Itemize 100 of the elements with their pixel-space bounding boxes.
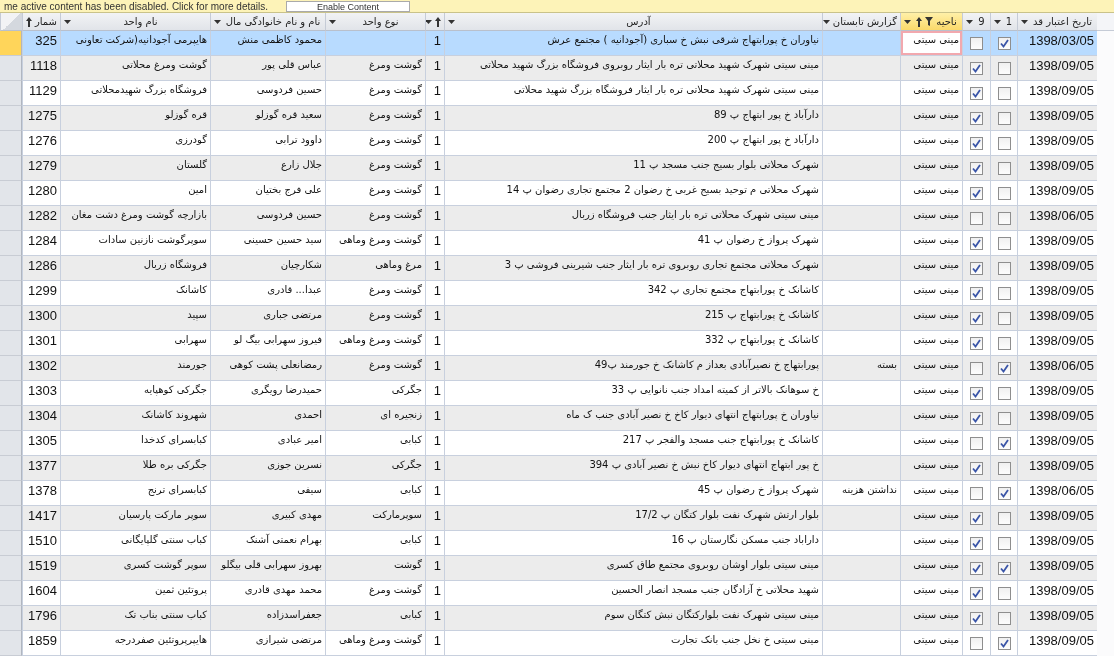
checkbox[interactable]	[997, 637, 1011, 650]
checkbox[interactable]	[997, 212, 1011, 225]
number-cell: 1280	[22, 181, 60, 206]
checkbox[interactable]	[970, 487, 983, 500]
checkbox[interactable]	[970, 637, 983, 650]
unit-type-cell: گوشت ومرغ	[325, 581, 425, 606]
checkbox[interactable]	[997, 537, 1011, 550]
dropdown-icon[interactable]	[994, 19, 1001, 24]
dropdown-icon[interactable]	[64, 19, 71, 24]
column-header[interactable]: نام واحد	[60, 13, 210, 31]
unit-name-cell: سپید	[60, 306, 210, 331]
checkbox[interactable]	[997, 587, 1011, 600]
unit-type-cell: کبابی	[325, 481, 425, 506]
dropdown-icon[interactable]	[966, 19, 973, 24]
checkbox[interactable]	[970, 87, 983, 100]
date-cell: 1398/09/05	[1017, 81, 1097, 106]
checkbox[interactable]	[970, 237, 983, 250]
date-cell: 1398/09/05	[1017, 56, 1097, 81]
dropdown-icon[interactable]	[823, 19, 830, 24]
owner-name-cell: امیر عبادی	[210, 431, 325, 456]
checkbox[interactable]	[997, 162, 1011, 175]
checkbox[interactable]	[997, 312, 1011, 325]
address-cell: شهرک محلاتی مجتمع تجاری روبروی تره بار ایثار جنب شیرینی فروشی پ 3	[444, 256, 822, 281]
checkbox[interactable]	[997, 87, 1011, 100]
owner-name-cell: شکارچیان	[210, 256, 325, 281]
checkbox[interactable]	[970, 112, 983, 125]
dropdown-icon[interactable]	[448, 19, 455, 24]
checkbox[interactable]	[970, 562, 983, 575]
owner-name-cell: رمضانعلی پشت کوهی	[210, 356, 325, 381]
unit-name-cell: کباب سنتی گلپایگانی	[60, 531, 210, 556]
checkbox[interactable]	[970, 62, 983, 75]
dropdown-icon[interactable]	[214, 19, 221, 24]
column-header[interactable]: نام و نام خانوادگی مال	[210, 13, 325, 31]
address-cell: مینی سیتی شهرک نفت بلوارکتگان نبش کتگان سوم	[444, 606, 822, 631]
dropdown-icon[interactable]	[426, 19, 432, 24]
checkbox[interactable]	[970, 612, 983, 625]
checkbox[interactable]	[970, 437, 983, 450]
checkbox[interactable]	[997, 412, 1011, 425]
checkbox[interactable]	[970, 137, 983, 150]
checkbox[interactable]	[997, 437, 1011, 450]
checkbox[interactable]	[970, 187, 983, 200]
checkbox[interactable]	[997, 137, 1011, 150]
column-header[interactable]: تاریخ اعتبار قد	[1017, 13, 1097, 31]
checkbox[interactable]	[970, 362, 983, 375]
date-cell: 1398/09/05	[1017, 381, 1097, 406]
checkbox[interactable]	[970, 312, 983, 325]
dropdown-icon[interactable]	[1021, 19, 1028, 24]
checkbox[interactable]	[970, 512, 983, 525]
column-header[interactable]: آدرس	[444, 13, 822, 31]
column-header[interactable]: 1	[990, 13, 1017, 31]
checkbox[interactable]	[997, 462, 1011, 475]
checkbox[interactable]	[997, 387, 1011, 400]
security-warning-text: me active content has been disabled. Click for more details.	[4, 0, 269, 12]
column-header[interactable]: گزارش تابستان	[822, 13, 900, 31]
column-header[interactable]: ناحیه	[900, 13, 962, 31]
table-cell: 1	[425, 606, 444, 631]
checkbox[interactable]	[997, 187, 1011, 200]
checkbox[interactable]	[970, 287, 983, 300]
checkbox[interactable]	[970, 262, 983, 275]
checkbox[interactable]	[997, 512, 1011, 525]
checkbox[interactable]	[997, 112, 1011, 125]
date-cell: 1398/09/05	[1017, 556, 1097, 581]
select-all-corner[interactable]	[0, 13, 22, 31]
checkbox[interactable]	[997, 362, 1011, 375]
checkbox[interactable]	[970, 212, 983, 225]
checkbox[interactable]	[970, 412, 983, 425]
column-header[interactable]	[425, 13, 444, 31]
checkbox[interactable]	[970, 387, 983, 400]
owner-name-cell: مهدی کبیری	[210, 506, 325, 531]
owner-name-cell: داوود ترابی	[210, 131, 325, 156]
checkbox[interactable]	[970, 337, 983, 350]
checkbox[interactable]	[997, 62, 1011, 75]
date-cell: 1398/09/05	[1017, 331, 1097, 356]
column-header[interactable]: شمار	[22, 13, 60, 31]
column-header[interactable]: نوع واحد	[325, 13, 425, 31]
region-cell: مینی سیتی	[900, 581, 962, 606]
checkbox[interactable]	[997, 262, 1011, 275]
checkbox[interactable]	[970, 462, 983, 475]
number-cell: 1276	[22, 131, 60, 156]
unit-type-cell: گوشت ومرغ	[325, 281, 425, 306]
number-cell: 1519	[22, 556, 60, 581]
checkbox[interactable]	[970, 37, 983, 50]
unit-name-cell: کاشانک	[60, 281, 210, 306]
dropdown-icon[interactable]	[329, 19, 336, 24]
enable-content-button[interactable]: Enable Content	[286, 0, 411, 12]
table-cell: 1	[425, 581, 444, 606]
checkbox[interactable]	[997, 37, 1011, 50]
dropdown-icon[interactable]	[904, 19, 911, 24]
checkbox[interactable]	[997, 612, 1011, 625]
number-cell: 1118	[22, 56, 60, 81]
unit-name-cell: سهرابی	[60, 331, 210, 356]
checkbox[interactable]	[970, 537, 983, 550]
checkbox[interactable]	[997, 562, 1011, 575]
checkbox[interactable]	[997, 287, 1011, 300]
checkbox[interactable]	[970, 587, 983, 600]
column-header[interactable]: 9	[962, 13, 990, 31]
checkbox[interactable]	[997, 337, 1011, 350]
checkbox[interactable]	[997, 487, 1011, 500]
checkbox[interactable]	[997, 237, 1011, 250]
checkbox[interactable]	[970, 162, 983, 175]
